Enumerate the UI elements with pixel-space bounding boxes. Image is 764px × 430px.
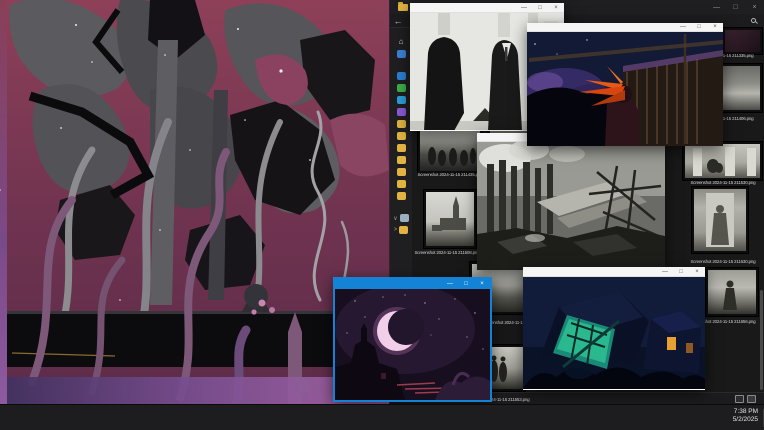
red-hair-figure-window[interactable]: — □ × xyxy=(527,23,723,146)
thumbnail-dark[interactable] xyxy=(723,28,762,54)
current-folder-icon xyxy=(399,226,408,234)
window-titlebar[interactable]: — □ × xyxy=(527,23,723,32)
window-titlebar[interactable]: — □ × xyxy=(410,3,564,13)
maximize-button[interactable]: □ xyxy=(691,22,707,32)
list-view-icon[interactable] xyxy=(735,395,744,403)
maximize-button[interactable]: □ xyxy=(726,1,745,14)
taskbar[interactable]: 7:38 PM 5/2/2025 xyxy=(0,404,764,430)
scrollbar[interactable] xyxy=(760,290,763,390)
folder-icon[interactable] xyxy=(397,144,406,152)
thumbnail-church[interactable] xyxy=(424,190,476,248)
close-button[interactable]: × xyxy=(707,22,723,32)
minimize-button[interactable]: — xyxy=(707,1,726,14)
folder-icon[interactable] xyxy=(397,132,406,140)
clock-time: 7:38 PM xyxy=(733,408,758,416)
home-icon[interactable]: ⌂ xyxy=(397,38,406,46)
factory-photo-window[interactable]: — □ × xyxy=(477,133,665,270)
this-pc-row[interactable]: ∨ xyxy=(393,214,408,222)
search-icon[interactable] xyxy=(751,12,758,30)
folder-icon[interactable] xyxy=(397,180,406,188)
painting-image xyxy=(0,0,389,404)
blue-house-window[interactable]: — □ × xyxy=(523,267,705,390)
current-folder-row[interactable]: > xyxy=(394,226,409,234)
chevron-down-icon: ∨ xyxy=(393,215,397,222)
maximize-button[interactable]: □ xyxy=(532,3,548,13)
close-button[interactable]: × xyxy=(548,3,564,13)
minimize-button[interactable]: — xyxy=(675,22,691,32)
desktop-icon[interactable] xyxy=(397,72,406,80)
chevron-right-icon: > xyxy=(394,227,398,233)
minimize-button[interactable]: — xyxy=(516,3,532,13)
gallery-icon[interactable] xyxy=(397,50,406,58)
folder-icon[interactable] xyxy=(397,156,406,164)
thumbnail-woman-garden[interactable] xyxy=(706,268,758,316)
minimize-button[interactable]: — xyxy=(657,267,673,277)
taskbar-clock[interactable]: 7:38 PM 5/2/2025 xyxy=(733,408,758,424)
clock-date: 5/2/2025 xyxy=(733,416,758,424)
close-button[interactable]: × xyxy=(689,267,705,277)
thumbnail-seated-figures[interactable] xyxy=(683,142,762,180)
thumbnail-filename[interactable]: Screenshot 2024-11-15 211530.png xyxy=(678,180,764,185)
back-button[interactable]: ← xyxy=(390,14,406,28)
digital-painting-canvas xyxy=(0,0,389,404)
photo-crescent-moon xyxy=(335,289,490,400)
folder-icon[interactable] xyxy=(397,120,406,128)
pictures-icon[interactable] xyxy=(397,96,406,104)
window-titlebar[interactable]: — □ × xyxy=(523,267,705,277)
desktop: — □ × ← → ⌂ ∨ xyxy=(0,0,764,430)
downloads-icon[interactable] xyxy=(397,84,406,92)
this-pc-icon xyxy=(400,214,409,222)
thumbnail-filename[interactable]: Screenshot 2024-11-15 211630.png xyxy=(678,259,764,264)
music-icon[interactable] xyxy=(397,108,406,116)
photo-factory xyxy=(477,142,665,270)
window-titlebar[interactable]: — □ × xyxy=(335,279,490,289)
thumbnail-view-icon[interactable] xyxy=(747,395,756,403)
photo-blue-house xyxy=(523,277,705,389)
close-button[interactable]: × xyxy=(474,279,490,289)
photo-red-hair-figure xyxy=(527,32,723,146)
folder-tab-icon xyxy=(398,4,408,11)
thumbnail-woman-doorway[interactable] xyxy=(692,187,748,253)
maximize-button[interactable]: □ xyxy=(673,267,689,277)
folder-icon[interactable] xyxy=(397,192,406,200)
thumbnail-crowd[interactable] xyxy=(418,128,482,173)
minimize-button[interactable]: — xyxy=(442,279,458,289)
maximize-button[interactable]: □ xyxy=(458,279,474,289)
crescent-moon-window[interactable]: — □ × xyxy=(333,277,492,402)
